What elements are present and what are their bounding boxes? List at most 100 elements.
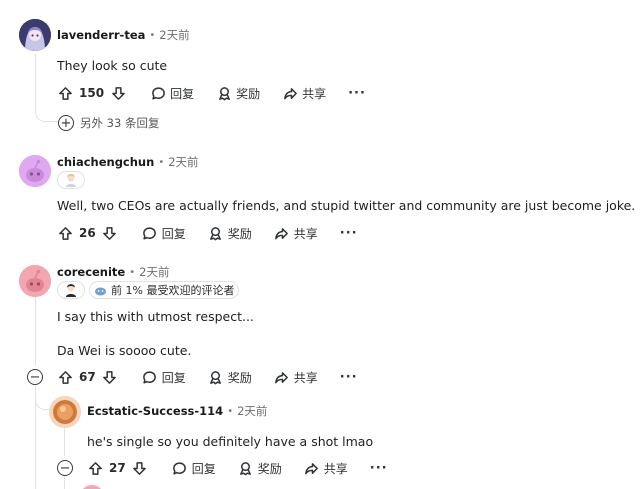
comment-actions: 67 回复 奖励 共享 ···	[57, 367, 358, 387]
thread-line	[64, 476, 65, 489]
comment-meta: chiachengchun • 2天前	[57, 154, 199, 170]
comment-actions: 150 回复 奖励 共享 ···	[57, 83, 366, 103]
collapse-thread-button[interactable]: −	[27, 369, 43, 385]
comment-meta: lavenderr-tea • 2天前	[57, 27, 190, 43]
more-replies-link[interactable]: 另外 33 条回复	[80, 115, 159, 131]
separator-dot: •	[149, 29, 156, 41]
avatar[interactable]	[49, 396, 81, 428]
timestamp[interactable]: 2天前	[168, 154, 198, 170]
award-button[interactable]: 奖励	[208, 369, 252, 386]
thread-line	[64, 426, 65, 456]
speech-bubble-icon	[142, 369, 158, 385]
comment-text: he's single so you definitely have a sho…	[87, 434, 374, 449]
downvote-icon[interactable]	[132, 460, 148, 476]
thread-line	[35, 296, 36, 366]
award-label: 奖励	[227, 370, 252, 385]
downvote-icon[interactable]	[110, 85, 126, 101]
thread-elbow	[35, 100, 59, 122]
separator-dot: •	[158, 156, 165, 168]
upvote-icon[interactable]	[57, 85, 73, 101]
user-flair	[57, 171, 85, 189]
snoo-badge-icon	[95, 287, 106, 295]
share-label: 共享	[323, 461, 348, 476]
comment-text: Da Wei is soooo cute.	[57, 343, 192, 358]
award-label: 奖励	[227, 226, 252, 241]
reply-button[interactable]: 回复	[142, 225, 186, 242]
comment-text: Well, two CEOs are actually friends, and…	[57, 198, 636, 213]
thread-line	[35, 386, 36, 489]
separator-dot: •	[227, 405, 234, 417]
expand-replies-button[interactable]: +	[58, 115, 74, 131]
share-button[interactable]: 共享	[274, 225, 318, 242]
comment-text: I say this with utmost respect...	[57, 309, 254, 324]
thread-elbow	[35, 386, 51, 410]
reply-button[interactable]: 回复	[150, 85, 194, 102]
share-icon	[274, 369, 290, 385]
username[interactable]: corecenite	[57, 265, 125, 279]
snoo-avatar-icon	[19, 265, 51, 297]
reply-button[interactable]: 回复	[172, 460, 216, 477]
badge-label: 前 1% 最受欢迎的评论者	[111, 284, 235, 297]
share-icon	[274, 225, 290, 241]
more-options-button[interactable]: ···	[340, 226, 358, 241]
share-icon	[304, 460, 320, 476]
upvote-icon[interactable]	[87, 460, 103, 476]
flair-character-icon	[66, 284, 76, 297]
comment-meta: Ecstatic-Success-114 • 2天前	[87, 403, 267, 419]
username[interactable]: chiachengchun	[57, 155, 154, 169]
share-button[interactable]: 共享	[304, 460, 348, 477]
timestamp[interactable]: 2天前	[237, 403, 267, 419]
downvote-icon[interactable]	[102, 369, 118, 385]
share-label: 共享	[302, 86, 327, 101]
avatar[interactable]	[80, 485, 104, 489]
speech-bubble-icon	[142, 225, 158, 241]
award-label: 奖励	[257, 461, 282, 476]
share-label: 共享	[293, 370, 318, 385]
anime-avatar-icon	[19, 19, 51, 51]
food-avatar-icon	[49, 396, 81, 428]
award-label: 奖励	[236, 86, 261, 101]
more-options-button[interactable]: ···	[340, 370, 358, 385]
comment-meta: corecenite • 2天前	[57, 264, 169, 280]
flair-character-icon	[66, 174, 76, 187]
award-icon	[208, 225, 224, 241]
award-button[interactable]: 奖励	[238, 460, 282, 477]
reply-label: 回复	[161, 370, 186, 385]
more-options-button[interactable]: ···	[370, 461, 388, 476]
separator-dot: •	[129, 266, 136, 278]
username[interactable]: lavenderr-tea	[57, 28, 145, 42]
share-label: 共享	[293, 226, 318, 241]
reply-button[interactable]: 回复	[142, 369, 186, 386]
upvote-icon[interactable]	[57, 369, 73, 385]
award-button[interactable]: 奖励	[216, 85, 260, 102]
vote-score: 150	[79, 86, 105, 100]
user-flair	[57, 281, 85, 299]
avatar[interactable]	[19, 265, 51, 297]
share-button[interactable]: 共享	[282, 85, 326, 102]
vote-score: 67	[79, 370, 96, 384]
more-options-button[interactable]: ···	[348, 86, 366, 101]
upvote-icon[interactable]	[57, 225, 73, 241]
vote-score: 27	[109, 461, 126, 475]
award-icon	[208, 369, 224, 385]
reply-label: 回复	[170, 86, 195, 101]
share-button[interactable]: 共享	[274, 369, 318, 386]
reply-label: 回复	[161, 226, 186, 241]
more-replies-label: 另外 33 条回复	[80, 116, 160, 130]
speech-bubble-icon	[150, 85, 166, 101]
speech-bubble-icon	[172, 460, 188, 476]
award-icon	[216, 85, 232, 101]
collapse-thread-button[interactable]: −	[57, 460, 73, 476]
timestamp[interactable]: 2天前	[159, 27, 189, 43]
top-commenter-badge[interactable]: 前 1% 最受欢迎的评论者	[89, 281, 240, 299]
avatar[interactable]	[19, 155, 51, 187]
avatar[interactable]	[19, 19, 51, 51]
award-button[interactable]: 奖励	[208, 225, 252, 242]
username[interactable]: Ecstatic-Success-114	[87, 404, 223, 418]
award-icon	[238, 460, 254, 476]
downvote-icon[interactable]	[102, 225, 118, 241]
comment-text: They look so cute	[57, 58, 168, 73]
snoo-avatar-icon	[19, 155, 51, 187]
timestamp[interactable]: 2天前	[139, 264, 169, 280]
comment-actions: 26 回复 奖励 共享 ···	[57, 223, 358, 243]
